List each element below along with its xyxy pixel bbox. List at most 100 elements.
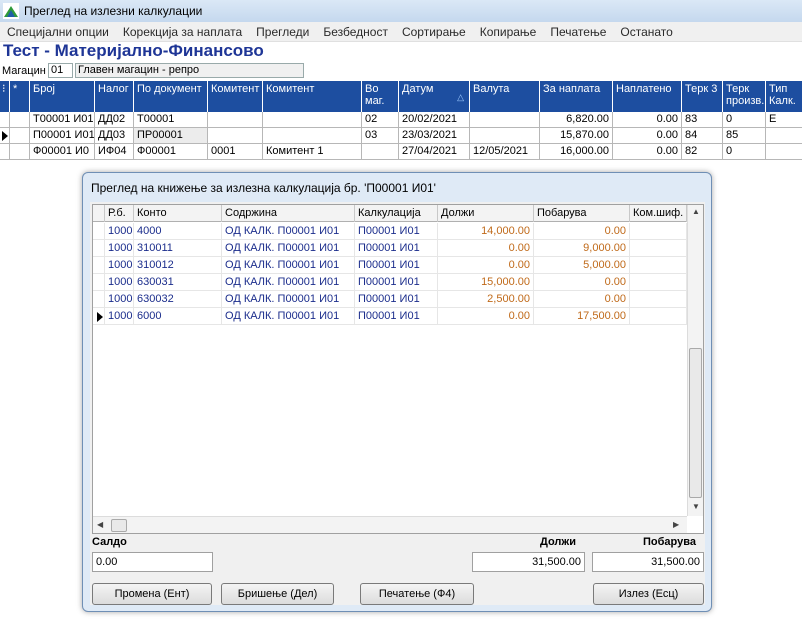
cell-ordinal: 1000	[105, 240, 134, 257]
cell-account: 4000	[134, 223, 222, 240]
edit-button[interactable]: Промена (Ент)	[92, 583, 212, 605]
menu-sorting[interactable]: Сортирање	[395, 25, 473, 39]
cell-calculation: П00001 И01	[355, 257, 438, 274]
cell-content: ОД КАЛК. П00001 И01	[222, 257, 355, 274]
table-row[interactable]: 1000 630031 ОД КАЛК. П00001 И01 П00001 И…	[93, 274, 689, 291]
warehouse-code-field[interactable]: 01	[48, 63, 73, 78]
col-header-calc-type[interactable]: Тип Калк.	[766, 81, 802, 112]
cell-partner-name	[263, 128, 362, 144]
cell-date: 20/02/2021	[399, 112, 470, 128]
row-selector[interactable]	[93, 257, 105, 274]
menu-copying[interactable]: Копирање	[473, 25, 544, 39]
scroll-up-icon[interactable]: ▲	[692, 207, 700, 216]
col-header-date[interactable]: Датум △	[399, 81, 470, 112]
cell-account: 310011	[134, 240, 222, 257]
delete-button[interactable]: Бришење (Дел)	[221, 583, 334, 605]
print-button[interactable]: Печатење (Ф4)	[360, 583, 474, 605]
col-header-partner-code[interactable]: Ком.шиф.	[630, 205, 687, 222]
col-header-account[interactable]: Конто	[134, 205, 222, 222]
table-row[interactable]: 1000 6000 ОД КАЛК. П00001 И01 П00001 И01…	[93, 308, 689, 325]
postings-grid: Р.б. Конто Содржина Калкулација Должи По…	[92, 204, 704, 534]
col-header-to-collect[interactable]: За наплата	[540, 81, 613, 112]
col-header-number[interactable]: Број	[30, 81, 95, 112]
table-row[interactable]: 1000 630032 ОД КАЛК. П00001 И01 П00001 И…	[93, 291, 689, 308]
cell-collected: 0.00	[613, 128, 682, 144]
cell-content: ОД КАЛК. П00001 И01	[222, 308, 355, 325]
cell-partner-code: 0001	[208, 144, 263, 160]
cell-calc-type: Е	[766, 112, 802, 128]
grid-menu-icon[interactable]: ⁝	[0, 81, 10, 112]
cell-credit: 0.00	[534, 223, 630, 240]
cell-calculation: П00001 И01	[355, 240, 438, 257]
row-selector[interactable]	[0, 128, 10, 144]
col-header-content[interactable]: Содржина	[222, 205, 355, 222]
table-row[interactable]: 1000 310012 ОД КАЛК. П00001 И01 П00001 И…	[93, 257, 689, 274]
row-selector[interactable]	[93, 240, 105, 257]
col-header-marker[interactable]: *	[10, 81, 30, 112]
cell-partner-code	[630, 223, 687, 240]
col-header-credit[interactable]: Побарува	[534, 205, 630, 222]
col-header-partner-name[interactable]: Комитент	[263, 81, 362, 112]
warehouse-name-field: Главен магацин - репро	[75, 63, 304, 78]
col-header-calculation[interactable]: Калкулација	[355, 205, 438, 222]
row-selector[interactable]	[0, 112, 10, 128]
cell-debit: 0.00	[438, 257, 534, 274]
menu-printing[interactable]: Печатење	[543, 25, 613, 39]
col-header-partner-code[interactable]: Комитент	[208, 81, 263, 112]
menu-security[interactable]: Безбедност	[316, 25, 395, 39]
col-header-order[interactable]: Налог	[95, 81, 134, 112]
warehouse-row: Магацин 01 Главен магацин - репро	[0, 62, 304, 79]
horizontal-scrollbar[interactable]: ◀ ▶	[93, 516, 687, 533]
scroll-right-icon[interactable]: ▶	[673, 520, 679, 529]
cell-credit: 5,000.00	[534, 257, 630, 274]
window-title: Преглед на излезни калкулации	[24, 4, 203, 18]
col-header-collected[interactable]: Наплатено	[613, 81, 682, 112]
col-header-debit[interactable]: Должи	[438, 205, 534, 222]
col-header-by-document[interactable]: По документ	[134, 81, 208, 112]
table-row[interactable]: 1000 310011 ОД КАЛК. П00001 И01 П00001 И…	[93, 240, 689, 257]
menu-other[interactable]: Останато	[613, 25, 679, 39]
saldo-label: Салдо	[92, 536, 127, 548]
menu-payment-correction[interactable]: Корекција за наплата	[116, 25, 249, 39]
table-row[interactable]: 1000 4000 ОД КАЛК. П00001 И01 П00001 И01…	[93, 223, 689, 240]
scroll-left-icon[interactable]: ◀	[97, 520, 103, 529]
cell-terk-prod: 0	[723, 112, 766, 128]
col-header-in-warehouse[interactable]: Во маг.	[362, 81, 399, 112]
scroll-down-icon[interactable]: ▼	[692, 502, 700, 511]
table-row[interactable]: Т00001 И01 ДД02 Т00001 02 20/02/2021 6,8…	[0, 112, 802, 128]
cell-account: 310012	[134, 257, 222, 274]
vertical-scrollbar[interactable]: ▲ ▼	[687, 205, 703, 516]
cell-credit: 9,000.00	[534, 240, 630, 257]
cell-account: 6000	[134, 308, 222, 325]
col-header-terk3[interactable]: Терк 3	[682, 81, 723, 112]
cell-partner-code	[630, 274, 687, 291]
col-header-terk-prod[interactable]: Терк произв.	[723, 81, 766, 112]
menu-reviews[interactable]: Прегледи	[249, 25, 316, 39]
row-selector[interactable]	[93, 223, 105, 240]
cell-terk3: 84	[682, 128, 723, 144]
cell-in-warehouse: 03	[362, 128, 399, 144]
credit-total-label: Побарува	[643, 536, 696, 548]
row-selector[interactable]	[93, 274, 105, 291]
col-header-indicator	[93, 205, 105, 222]
cell-in-warehouse	[362, 144, 399, 160]
table-row[interactable]: П00001 И01 ДД03 ПР00001 03 23/03/2021 15…	[0, 128, 802, 144]
col-header-currency-date[interactable]: Валута	[470, 81, 540, 112]
cell-credit: 17,500.00	[534, 308, 630, 325]
cell-calc-type	[766, 128, 802, 144]
row-selector[interactable]	[93, 308, 105, 325]
row-selector[interactable]	[93, 291, 105, 308]
cell-content: ОД КАЛК. П00001 И01	[222, 223, 355, 240]
col-header-ordinal[interactable]: Р.б.	[105, 205, 134, 222]
table-row[interactable]: Ф00001 И0 ИФ04 Ф00001 0001 Комитент 1 27…	[0, 144, 802, 160]
horizontal-scroll-thumb[interactable]	[111, 519, 127, 532]
cell-date: 27/04/2021	[399, 144, 470, 160]
vertical-scroll-thumb[interactable]	[689, 348, 702, 498]
cell-ordinal: 1000	[105, 274, 134, 291]
cell-in-warehouse: 02	[362, 112, 399, 128]
cell-terk3: 83	[682, 112, 723, 128]
exit-button[interactable]: Излез (Есц)	[593, 583, 704, 605]
menu-special-options[interactable]: Специјални опции	[0, 25, 116, 39]
row-selector[interactable]	[0, 144, 10, 160]
cell-collected: 0.00	[613, 112, 682, 128]
